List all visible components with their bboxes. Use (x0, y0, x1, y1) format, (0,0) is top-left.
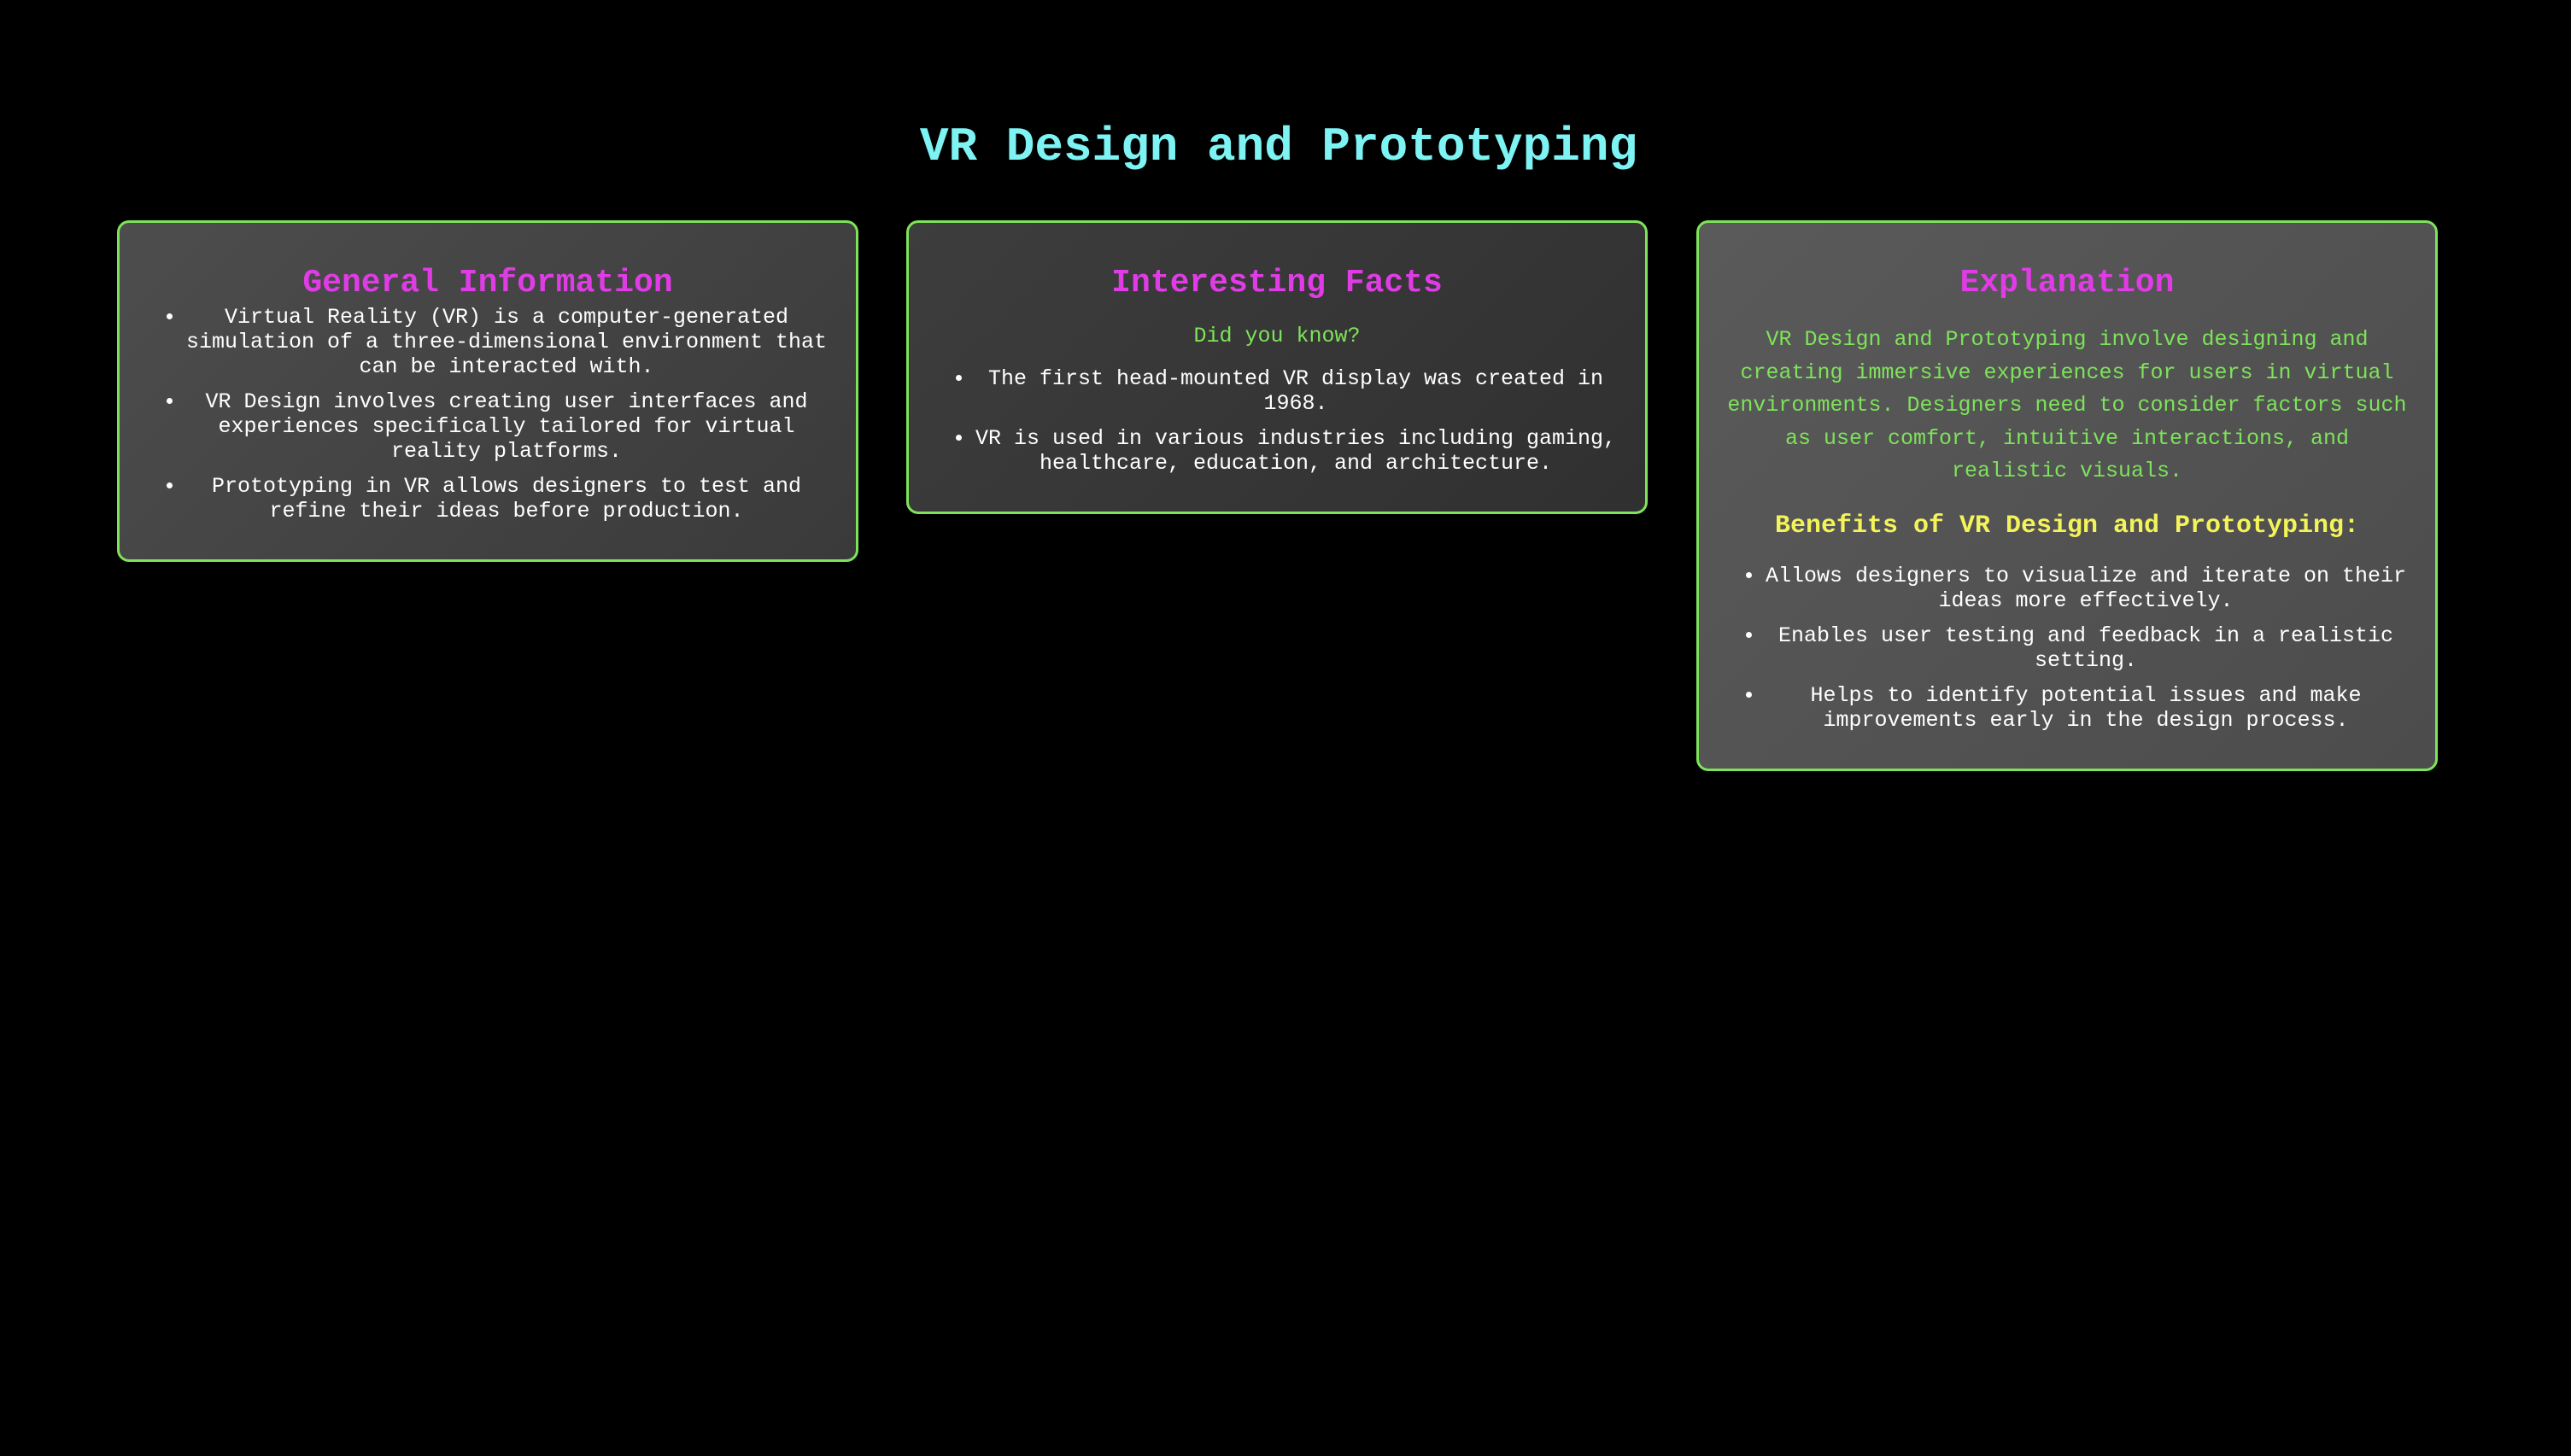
general-information-card: General Information Virtual Reality (VR)… (117, 220, 858, 562)
did-you-know-subtitle: Did you know? (1193, 324, 1361, 348)
interesting-facts-heading: Interesting Facts (1111, 265, 1443, 301)
list-item: VR is used in various industries includi… (974, 426, 1618, 476)
list-item: Prototyping in VR allows designers to te… (184, 474, 829, 523)
list-item: Virtual Reality (VR) is a computer-gener… (184, 305, 829, 379)
explanation-heading: Explanation (1959, 265, 2175, 301)
interesting-facts-card: Interesting Facts Did you know? The firs… (906, 220, 1648, 514)
general-information-heading: General Information (302, 265, 673, 301)
explanation-card: Explanation VR Design and Prototyping in… (1696, 220, 2438, 771)
benefits-list: Allows designers to visualize and iterat… (1726, 564, 2408, 733)
benefits-heading: Benefits of VR Design and Prototyping: (1774, 511, 2360, 541)
list-item: Allows designers to visualize and iterat… (1764, 564, 2408, 613)
interesting-facts-list: The first head-mounted VR display was cr… (936, 366, 1618, 476)
general-information-list: Virtual Reality (VR) is a computer-gener… (147, 305, 829, 523)
list-item: Enables user testing and feedback in a r… (1764, 623, 2408, 673)
list-item: The first head-mounted VR display was cr… (974, 366, 1618, 416)
page-title: VR Design and Prototyping (919, 120, 1638, 174)
explanation-text: VR Design and Prototyping involve design… (1727, 327, 2407, 483)
list-item: Helps to identify potential issues and m… (1764, 683, 2408, 733)
list-item: VR Design involves creating user interfa… (184, 389, 829, 464)
